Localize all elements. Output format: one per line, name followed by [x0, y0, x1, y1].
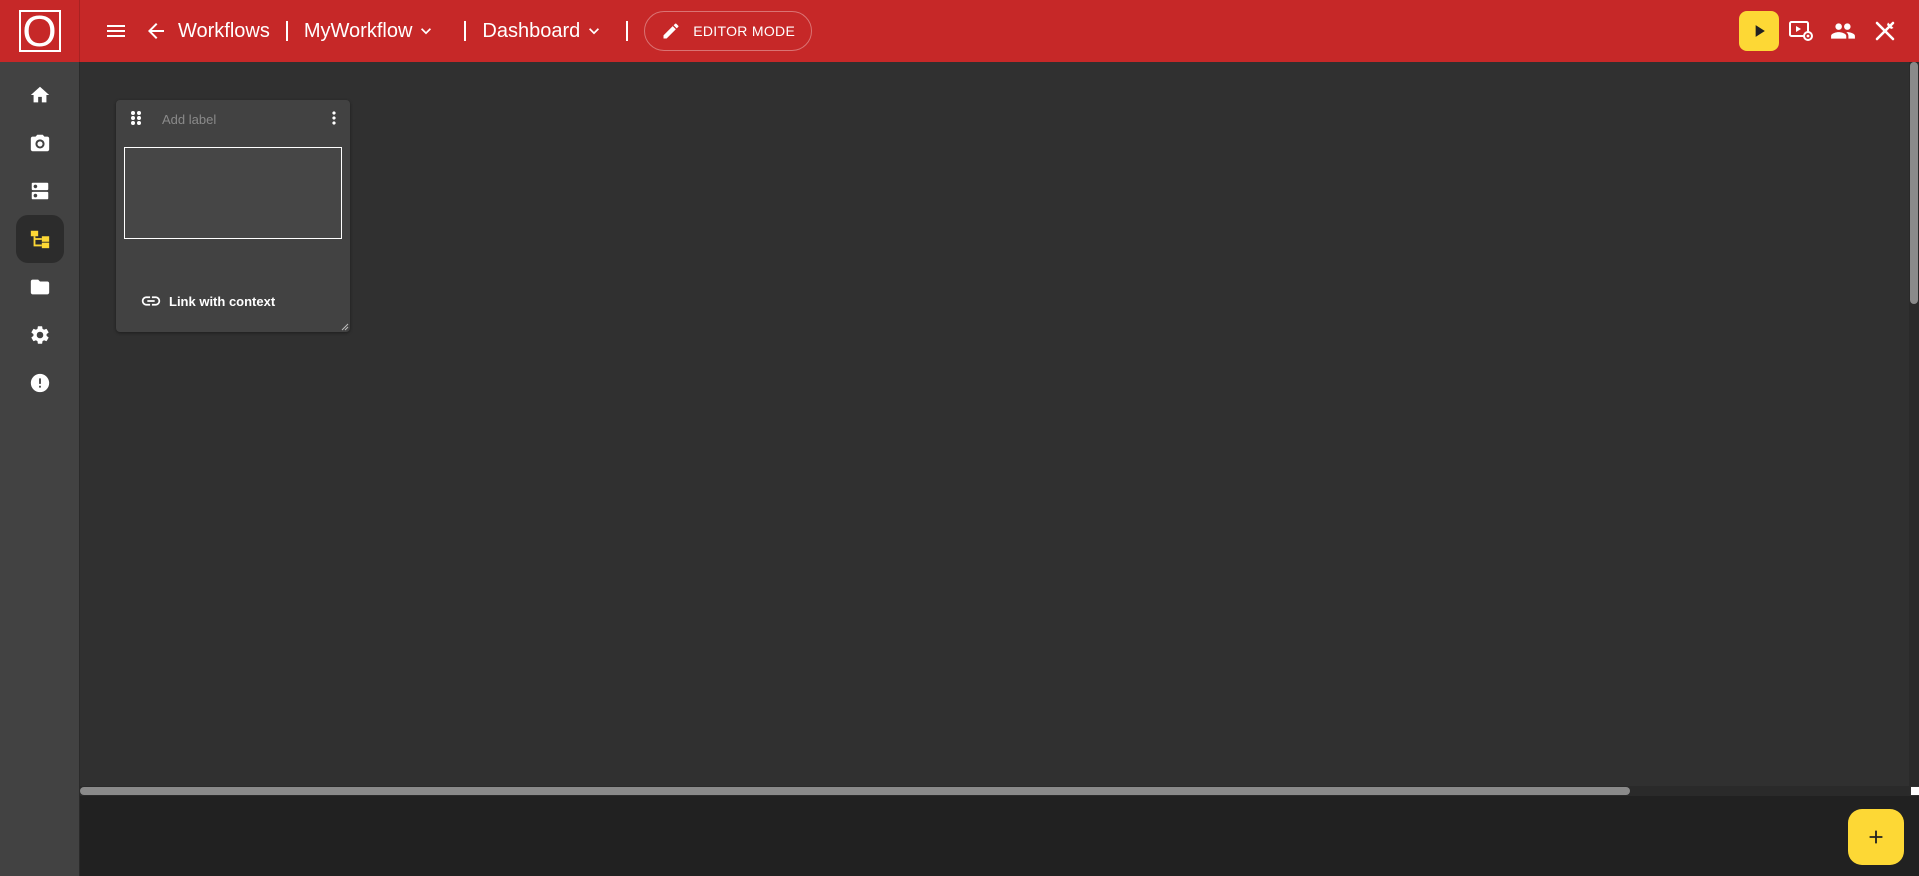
arrow-back-icon [148, 23, 164, 39]
scrollbar-corner [1911, 787, 1919, 795]
sidebar-item-settings[interactable] [16, 311, 64, 359]
workflows-link: Workflows [178, 19, 270, 42]
tools-icon [1875, 21, 1895, 41]
back-to-workflows[interactable]: Workflows [144, 19, 270, 43]
separator [626, 21, 629, 41]
horizontal-scrollbar[interactable] [80, 786, 1910, 796]
sidebar-item-files[interactable] [16, 263, 64, 311]
app-logo[interactable]: O [0, 0, 80, 62]
separator [464, 21, 467, 41]
alert-icon [30, 373, 50, 393]
plus-icon [1869, 830, 1883, 844]
link-icon [141, 296, 161, 306]
play-icon [1755, 25, 1765, 37]
sidebar-item-workflows[interactable] [16, 215, 64, 263]
sidebar-item-servers[interactable] [16, 167, 64, 215]
workflow-selector[interactable]: MyWorkflow [304, 20, 437, 43]
bottom-panel [80, 796, 1919, 876]
pencil-icon [663, 23, 679, 39]
gear-icon [31, 326, 49, 344]
menu-icon [107, 25, 125, 37]
logo-box: O [18, 7, 61, 56]
sidebar-item-alerts[interactable] [16, 359, 64, 407]
view-name: Dashboard [482, 19, 581, 42]
resize-handle-icon[interactable] [341, 323, 349, 331]
drag-handle-icon [131, 111, 141, 125]
menu-button[interactable] [96, 11, 136, 51]
dashboard-canvas[interactable] [80, 62, 1910, 786]
vertical-scrollbar[interactable] [1909, 62, 1919, 786]
horizontal-scrollbar-thumb[interactable] [80, 787, 1630, 795]
home-icon [30, 86, 50, 103]
add-widget-button[interactable] [1848, 809, 1904, 865]
widget-label-input[interactable] [162, 108, 322, 130]
chevron-down-icon [589, 28, 600, 35]
chevron-down-icon [421, 28, 432, 35]
right-toolbar [1739, 11, 1905, 51]
sidebar [0, 62, 80, 876]
workflow-name: MyWorkflow [303, 19, 413, 42]
sidebar-item-camera[interactable] [16, 119, 64, 167]
vertical-scrollbar-thumb[interactable] [1910, 62, 1918, 304]
top-bar: O Workflows MyWorkflow Dashboard EDITOR … [0, 0, 1919, 62]
sidebar-item-home[interactable] [16, 71, 64, 119]
widget-menu-button[interactable] [322, 106, 346, 130]
folder-icon [30, 279, 50, 295]
tools-button[interactable] [1865, 11, 1905, 51]
workflow-icon [30, 230, 50, 249]
view-selector[interactable]: Dashboard [482, 20, 604, 43]
widget-preview-area[interactable] [124, 147, 342, 239]
editor-mode-button[interactable]: EDITOR MODE [644, 11, 813, 51]
logo-letter: O [22, 7, 57, 56]
link-with-context-button[interactable]: Link with context [140, 290, 275, 312]
editor-mode-label: EDITOR MODE [693, 23, 796, 39]
link-with-context-label: Link with context [169, 293, 276, 309]
users-button[interactable] [1823, 11, 1863, 51]
run-button[interactable] [1739, 11, 1779, 51]
drag-handle[interactable] [126, 108, 146, 128]
separator [285, 21, 288, 41]
more-vert-icon [332, 111, 336, 125]
preview-settings-icon [1789, 21, 1813, 41]
preview-settings-button[interactable] [1781, 11, 1821, 51]
server-icon [31, 182, 49, 200]
camera-icon [30, 134, 50, 152]
dashboard-widget[interactable]: Link with context [116, 100, 350, 332]
users-icon [1831, 23, 1855, 39]
